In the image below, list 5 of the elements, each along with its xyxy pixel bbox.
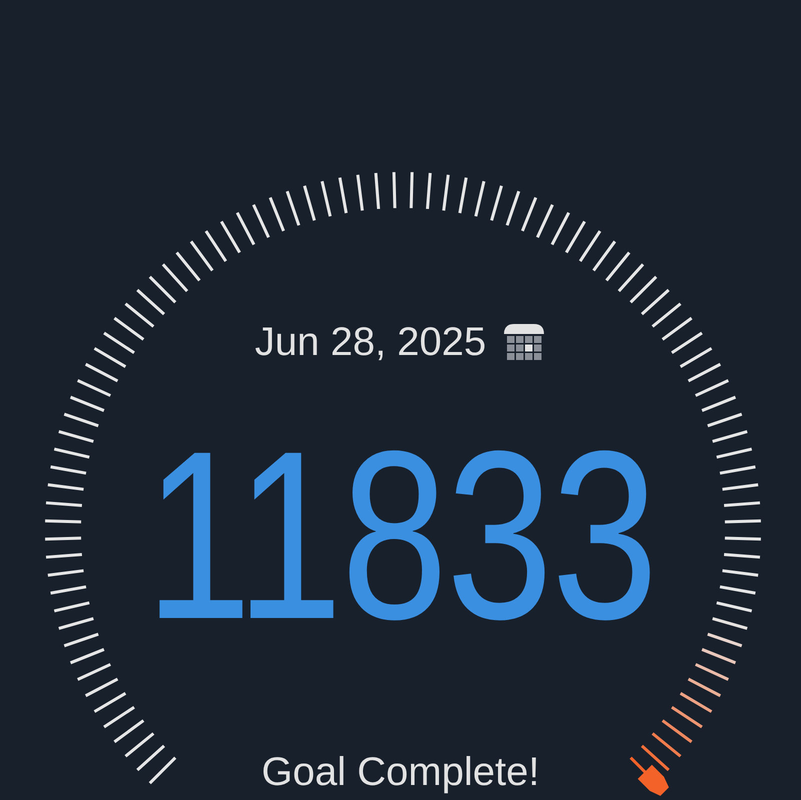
- calendar-icon[interactable]: [502, 322, 546, 362]
- date-label: Jun 28, 2025: [254, 322, 486, 362]
- step-count: 11833: [144, 415, 656, 655]
- progress-marker: [638, 764, 669, 796]
- goal-status: Goal Complete!: [262, 750, 540, 794]
